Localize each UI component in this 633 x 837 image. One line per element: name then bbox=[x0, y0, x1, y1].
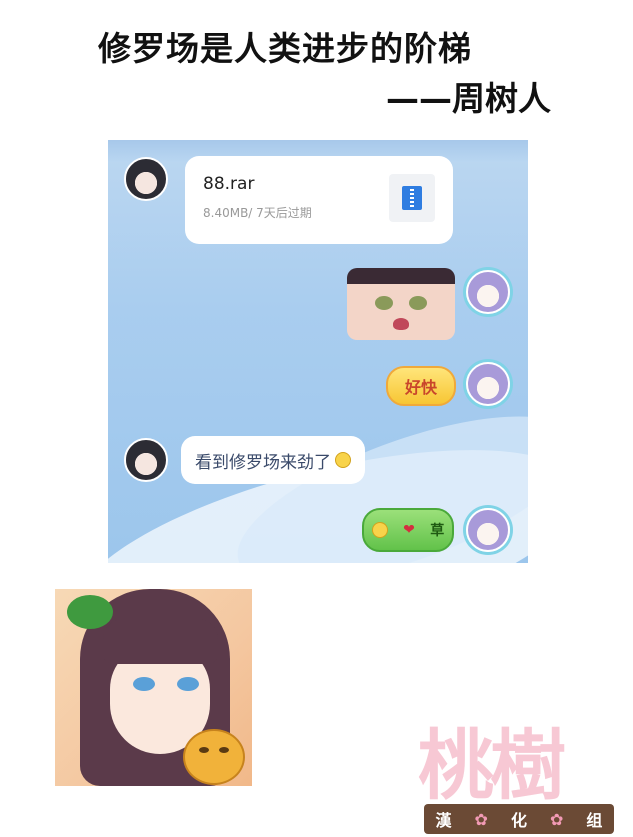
smile-emoji-icon bbox=[335, 452, 351, 468]
file-message-bubble[interactable]: 88.rar 8.40MB/ 7天后过期 bbox=[185, 156, 453, 244]
broken-heart-icon: ❤ bbox=[403, 522, 415, 538]
text-message-bubble[interactable]: 看到修罗场来劲了 bbox=[181, 436, 365, 484]
blossom-icon: ✿ bbox=[474, 809, 488, 829]
smile-emoji-icon bbox=[371, 522, 388, 538]
logo-subtitle-char: 化 bbox=[510, 811, 527, 830]
logo-subtitle-char: 组 bbox=[586, 811, 603, 830]
avatar-purple-hair[interactable] bbox=[466, 362, 510, 406]
zip-file-icon bbox=[389, 174, 435, 222]
blossom-icon: ✿ bbox=[549, 809, 564, 829]
logo-title: 桃樹 bbox=[418, 721, 566, 810]
avatar-purple-hair[interactable] bbox=[466, 270, 510, 314]
scanlation-logo: 桃樹 漢 ✿ 化 ✿ 组 bbox=[418, 704, 618, 836]
reaction-bubble[interactable]: ❤ 草 bbox=[362, 508, 454, 552]
message-text: 看到修罗场来劲了 bbox=[195, 452, 331, 473]
reaction-text: 草 bbox=[430, 523, 445, 539]
avatar-dark-hair[interactable] bbox=[124, 157, 168, 201]
sticker-bubble[interactable]: 好快 bbox=[386, 366, 456, 406]
avatar-dark-hair[interactable] bbox=[124, 438, 168, 482]
logo-subtitle-bar: 漢 ✿ 化 ✿ 组 bbox=[424, 804, 614, 834]
smiley-bun bbox=[183, 729, 245, 785]
anime-girl-portrait bbox=[55, 589, 252, 786]
hair-bow bbox=[67, 595, 113, 629]
file-name: 88.rar bbox=[203, 174, 255, 194]
quote-title: 修罗场是人类进步的阶梯 bbox=[98, 29, 472, 68]
face-sticker-image[interactable] bbox=[347, 268, 455, 340]
avatar-purple-hair[interactable] bbox=[466, 508, 510, 552]
logo-subtitle-char: 漢 bbox=[435, 811, 452, 830]
quote-author: ——周树人 bbox=[386, 79, 551, 118]
file-meta: 8.40MB/ 7天后过期 bbox=[203, 206, 312, 220]
